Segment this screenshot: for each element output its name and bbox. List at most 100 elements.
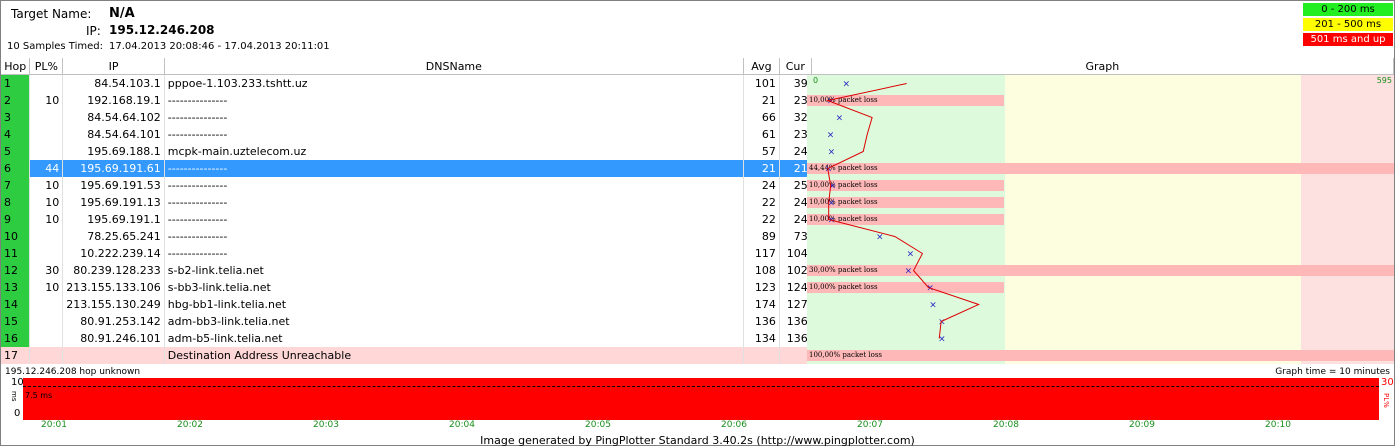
timeline-right-top: 30 — [1381, 377, 1394, 388]
timeline-latency-label: 7.5 ms — [25, 391, 53, 400]
legend-green: 0 - 200 ms — [1303, 3, 1393, 16]
cur-latency-marker: × — [938, 318, 946, 328]
ip-cell: 192.168.19.1 — [62, 92, 165, 109]
cur-latency-marker: × — [836, 114, 844, 124]
ip-cell: 213.155.130.249 — [62, 296, 165, 313]
ip-cell: 84.54.64.102 — [62, 109, 165, 126]
avg-cell — [743, 347, 780, 364]
dnsname-cell: --------------- — [164, 228, 744, 245]
dnsname-cell: hbg-bb1-link.telia.net — [164, 296, 744, 313]
avg-cell: 174 — [743, 296, 780, 313]
ip-cell: 195.69.188.1 — [62, 143, 165, 160]
trace-header: Target Name: N/A IP: 195.12.246.208 10 S… — [1, 1, 1394, 58]
col-hop-header[interactable]: Hop — [1, 58, 31, 75]
hop-number: 6 — [1, 160, 31, 177]
dnsname-cell: --------------- — [164, 92, 744, 109]
packet-loss-cell: 10 — [29, 194, 64, 211]
table-header-row: Hop PL% IP DNSName Avg Cur Graph — [1, 58, 1395, 75]
hop-number: 17 — [1, 347, 31, 364]
dnsname-cell: s-bb3-link.telia.net — [164, 279, 744, 296]
footer-credit: Image generated by PingPlotter Standard … — [480, 434, 915, 447]
timeline-threshold-line — [23, 386, 1379, 387]
ip-cell: 195.69.191.13 — [62, 194, 165, 211]
avg-cell: 21 — [743, 92, 780, 109]
dnsname-cell: adm-bb3-link.telia.net — [164, 313, 744, 330]
timeline-x-tick: 20:08 — [993, 420, 1019, 430]
dnsname-cell: --------------- — [164, 194, 744, 211]
hop-number: 10 — [1, 228, 31, 245]
avg-latency-line — [825, 83, 981, 339]
avg-cell: 57 — [743, 143, 780, 160]
packet-loss-cell — [29, 109, 64, 126]
packet-loss-cell — [29, 126, 64, 143]
timeline-plot: 7.5 ms — [23, 378, 1379, 420]
dnsname-cell: adm-b5-link.telia.net — [164, 330, 744, 347]
hop-number: 4 — [1, 126, 31, 143]
ip-cell: 80.91.246.101 — [62, 330, 165, 347]
cur-latency-marker: × — [929, 301, 937, 311]
ip-cell: 195.69.191.53 — [62, 177, 165, 194]
hop-number: 7 — [1, 177, 31, 194]
hop-number: 16 — [1, 330, 31, 347]
timeline-graph-time: Graph time = 10 minutes — [1275, 367, 1390, 377]
col-graph-header[interactable]: Graph — [811, 58, 1395, 75]
dnsname-cell: mcpk-main.uztelecom.uz — [164, 143, 744, 160]
ip-value: 195.12.246.208 — [109, 23, 215, 37]
samples-value: 17.04.2013 20:08:46 - 17.04.2013 20:11:0… — [109, 41, 330, 52]
dnsname-cell: --------------- — [164, 126, 744, 143]
col-dnsname-header[interactable]: DNSName — [164, 58, 744, 75]
hop-number: 15 — [1, 313, 31, 330]
dnsname-cell: --------------- — [164, 245, 744, 262]
cur-latency-marker: × — [827, 131, 835, 141]
timeline-y-zero: 0 — [14, 408, 21, 419]
hop-number: 14 — [1, 296, 31, 313]
avg-cell: 66 — [743, 109, 780, 126]
ip-cell: 213.155.133.106 — [62, 279, 165, 296]
avg-cell: 134 — [743, 330, 780, 347]
timeline-x-tick: 20:09 — [1129, 420, 1155, 430]
avg-cell: 24 — [743, 177, 780, 194]
packet-loss-cell: 10 — [29, 177, 64, 194]
hop-number: 3 — [1, 109, 31, 126]
latency-graph[interactable]: 0 595 10,00% packet loss 44,44% packet lo… — [807, 75, 1394, 364]
timeline-x-tick: 20:02 — [177, 420, 203, 430]
avg-cell: 136 — [743, 313, 780, 330]
cur-latency-marker: × — [828, 148, 836, 158]
avg-cell: 22 — [743, 194, 780, 211]
packet-loss-cell — [29, 296, 64, 313]
ip-cell: 195.69.191.61 — [62, 160, 165, 177]
packet-loss-cell — [29, 228, 64, 245]
packet-loss-cell: 10 — [29, 211, 64, 228]
hop-number: 12 — [1, 262, 31, 279]
timeline-x-tick: 20:01 — [41, 420, 67, 430]
ip-cell: 10.222.239.14 — [62, 245, 165, 262]
timeline-panel[interactable]: 195.12.246.208 hop unknown Graph time = … — [1, 367, 1394, 447]
packet-loss-cell: 10 — [29, 279, 64, 296]
timeline-right-unit: PL% — [1382, 393, 1390, 408]
hop-number: 13 — [1, 279, 31, 296]
timeline-x-tick: 20:07 — [857, 420, 883, 430]
packet-loss-cell: 10 — [29, 92, 64, 109]
dnsname-cell: s-b2-link.telia.net — [164, 262, 744, 279]
ip-cell: 78.25.65.241 — [62, 228, 165, 245]
ip-cell: 80.239.128.233 — [62, 262, 165, 279]
timeline-x-tick: 20:03 — [313, 420, 339, 430]
hop-number: 2 — [1, 92, 31, 109]
avg-cell: 22 — [743, 211, 780, 228]
dnsname-cell: --------------- — [164, 211, 744, 228]
hop-number: 11 — [1, 245, 31, 262]
packet-loss-cell — [29, 143, 64, 160]
col-ip-header[interactable]: IP — [62, 58, 165, 75]
ip-label: IP: — [86, 24, 101, 38]
timeline-x-tick: 20:10 — [1265, 420, 1291, 430]
col-avg-header[interactable]: Avg — [743, 58, 780, 75]
avg-cell: 61 — [743, 126, 780, 143]
col-cur-header[interactable]: Cur — [779, 58, 812, 75]
timeline-x-tick: 20:06 — [721, 420, 747, 430]
avg-cell: 21 — [743, 160, 780, 177]
dnsname-cell: Destination Address Unreachable — [164, 347, 744, 364]
ip-cell: 80.91.253.142 — [62, 313, 165, 330]
col-pl-header[interactable]: PL% — [29, 58, 64, 75]
packet-loss-cell: 44 — [29, 160, 64, 177]
legend-red: 501 ms and up — [1303, 33, 1393, 46]
